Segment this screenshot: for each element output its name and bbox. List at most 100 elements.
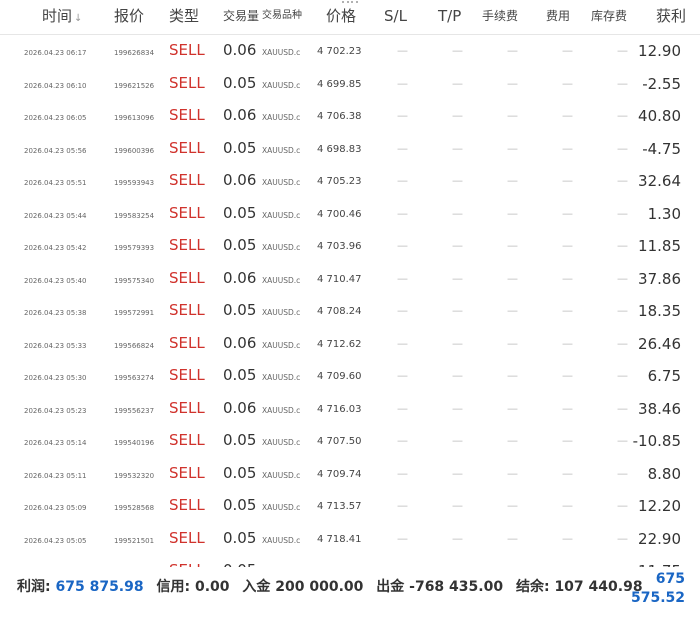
order-profit: 12.20 bbox=[638, 497, 681, 515]
table-row[interactable]: 2026.04.23 05:30 199563274 SELL 0.05 XAUUSD.… bbox=[0, 360, 700, 392]
order-profit: 11.75 bbox=[638, 562, 681, 567]
table-row[interactable]: 2026.04.23 05:09 199528568 SELL 0.05 XAUUSD.… bbox=[0, 490, 700, 522]
header-type[interactable]: 类型 bbox=[169, 0, 199, 34]
header-volume[interactable]: 交易量 bbox=[223, 0, 259, 34]
deposit-label: 入金 bbox=[242, 579, 271, 595]
order-volume: 0.05 bbox=[223, 528, 257, 547]
order-price: 4 700.46 bbox=[317, 208, 362, 220]
empty-value: — bbox=[617, 466, 628, 480]
order-time: 2026.04.23 05:40 bbox=[24, 276, 87, 285]
table-row[interactable]: 2026.04.23 05:14 199540196 SELL 0.05 XAUUSD.… bbox=[0, 425, 700, 457]
order-profit: 6.75 bbox=[647, 367, 681, 385]
order-type: SELL bbox=[169, 171, 205, 189]
empty-value: — bbox=[507, 369, 518, 382]
order-profit: 1.30 bbox=[647, 204, 681, 223]
table-row[interactable]: 2026.04.23 05:05 199521501 SELL 0.05 XAUUSD.… bbox=[0, 523, 700, 555]
order-ticket: 199626834 bbox=[114, 49, 155, 57]
header-swap[interactable]: 库存费 bbox=[591, 0, 627, 34]
order-type: SELL bbox=[169, 333, 205, 352]
total-profit: 675 575.52 bbox=[605, 570, 685, 608]
order-type: SELL bbox=[169, 528, 205, 547]
order-ticket: 199521501 bbox=[114, 536, 155, 545]
empty-value: — bbox=[507, 174, 518, 187]
empty-value: — bbox=[507, 141, 518, 155]
order-time: 2026.04.23 05:33 bbox=[24, 341, 87, 350]
empty-value: — bbox=[562, 44, 573, 57]
header-commission[interactable]: 手续费 bbox=[482, 0, 518, 34]
withdraw-value: -768 435.00 bbox=[409, 579, 504, 595]
table-row[interactable]: 2026.04.23 05:11 199532320 SELL 0.05 XAUUSD.… bbox=[0, 458, 700, 490]
empty-value: — bbox=[452, 369, 463, 382]
empty-value: — bbox=[617, 531, 628, 545]
table-row[interactable]: 2026.04.23 05:33 199566824 SELL 0.06 XAUUSD.… bbox=[0, 328, 700, 360]
order-ticket: 199532320 bbox=[114, 471, 155, 480]
order-volume: 0.06 bbox=[223, 171, 257, 189]
order-symbol: XAUUSD.c bbox=[262, 178, 301, 187]
header-sl[interactable]: S/L bbox=[384, 0, 407, 34]
table-header: 时间 ↓ 报价 类型 交易量 交易品种 价格 S/L T/P 手续费 费用 库存费… bbox=[0, 0, 700, 35]
order-type: SELL bbox=[169, 41, 205, 59]
empty-value: — bbox=[397, 76, 408, 90]
empty-value: — bbox=[397, 466, 408, 480]
header-price[interactable]: 价格 bbox=[326, 0, 356, 34]
empty-value: — bbox=[452, 271, 463, 285]
order-volume: 0.06 bbox=[223, 268, 257, 287]
table-row[interactable]: 2026.04.23 05:56 199600396 SELL 0.05 XAUUSD.… bbox=[0, 133, 700, 165]
order-symbol: XAUUSD.c bbox=[262, 113, 301, 122]
header-quote[interactable]: 报价 bbox=[114, 0, 144, 34]
order-type: SELL bbox=[169, 366, 205, 384]
order-symbol: XAUUSD.c bbox=[262, 438, 301, 447]
order-volume: 0.05 bbox=[223, 496, 257, 514]
empty-value: — bbox=[507, 44, 518, 57]
table-row[interactable]: SELL 0.05 11.75 bbox=[0, 555, 700, 567]
empty-value: — bbox=[397, 434, 408, 447]
trade-list[interactable]: 2026.04.23 06:17 199626834 SELL 0.06 XAUUSD.… bbox=[0, 35, 700, 567]
profit-value: 675 875.98 bbox=[55, 579, 144, 595]
order-volume: 0.06 bbox=[223, 333, 257, 352]
order-price: 4 718.41 bbox=[317, 533, 362, 545]
table-row[interactable]: 2026.04.23 05:40 199575340 SELL 0.06 XAUUSD.… bbox=[0, 263, 700, 295]
order-symbol: XAUUSD.c bbox=[262, 275, 301, 285]
header-time[interactable]: 时间 ↓ bbox=[42, 0, 82, 34]
order-profit: 22.90 bbox=[638, 529, 681, 548]
table-row[interactable]: 2026.04.23 05:38 199572991 SELL 0.05 XAUUSD.… bbox=[0, 295, 700, 327]
order-type: SELL bbox=[169, 496, 205, 514]
table-row[interactable]: 2026.04.23 06:17 199626834 SELL 0.06 XAUUSD.… bbox=[0, 35, 700, 67]
header-symbol[interactable]: 交易品种 bbox=[262, 0, 302, 34]
empty-value: — bbox=[452, 336, 463, 350]
order-profit: 18.35 bbox=[638, 302, 681, 320]
order-type: SELL bbox=[169, 73, 205, 92]
table-row[interactable]: 2026.04.23 06:05 199613096 SELL 0.06 XAUUSD.… bbox=[0, 100, 700, 132]
order-time: 2026.04.23 05:23 bbox=[24, 406, 87, 415]
order-price: 4 708.24 bbox=[317, 306, 362, 317]
order-ticket: 199556237 bbox=[114, 406, 155, 415]
order-time: 2026.04.23 05:56 bbox=[24, 146, 87, 155]
order-price: 4 702.23 bbox=[317, 46, 362, 57]
order-profit: 26.46 bbox=[638, 334, 681, 353]
table-row[interactable]: 2026.04.23 05:51 199593943 SELL 0.06 XAUUSD.… bbox=[0, 165, 700, 197]
table-row[interactable]: 2026.04.23 05:42 199579393 SELL 0.05 XAUUSD.… bbox=[0, 230, 700, 262]
empty-value: — bbox=[562, 466, 573, 480]
header-fee[interactable]: 费用 bbox=[546, 0, 570, 34]
empty-value: — bbox=[452, 401, 463, 415]
empty-value: — bbox=[507, 271, 518, 285]
order-volume: 0.05 bbox=[223, 431, 257, 449]
order-price: 4 706.38 bbox=[317, 111, 362, 122]
order-symbol: XAUUSD.c bbox=[262, 373, 301, 382]
empty-value: — bbox=[397, 499, 408, 512]
table-row[interactable]: 2026.04.23 05:23 199556237 SELL 0.06 XAUUSD.… bbox=[0, 393, 700, 425]
header-profit[interactable]: 获利 bbox=[656, 0, 686, 34]
empty-value: — bbox=[507, 499, 518, 512]
empty-value: — bbox=[397, 336, 408, 350]
table-row[interactable]: 2026.04.23 06:10 199621526 SELL 0.05 XAUUSD.… bbox=[0, 68, 700, 100]
order-price: 4 712.62 bbox=[317, 338, 362, 350]
empty-value: — bbox=[452, 239, 463, 252]
empty-value: — bbox=[397, 369, 408, 382]
empty-value: — bbox=[562, 239, 573, 252]
empty-value: — bbox=[617, 206, 628, 220]
order-ticket: 199613096 bbox=[114, 114, 155, 122]
empty-value: — bbox=[452, 434, 463, 447]
table-row[interactable]: 2026.04.23 05:44 199583254 SELL 0.05 XAUUSD.… bbox=[0, 198, 700, 230]
header-tp[interactable]: T/P bbox=[438, 0, 461, 34]
order-ticket: 199540196 bbox=[114, 439, 155, 447]
